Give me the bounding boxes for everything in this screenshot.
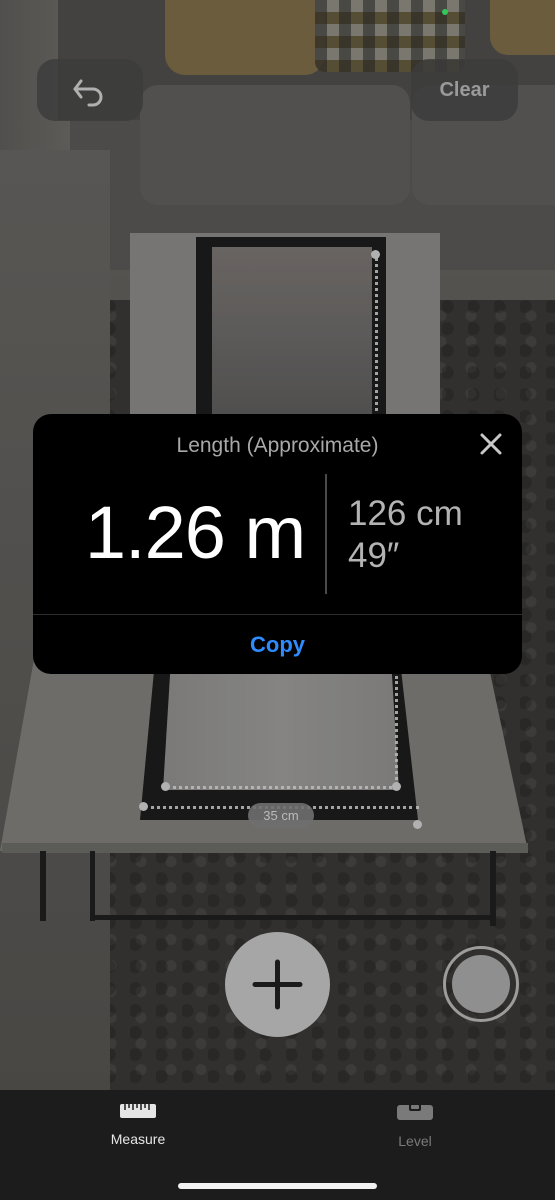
add-point-button[interactable] xyxy=(225,932,330,1037)
close-x-icon xyxy=(480,433,502,455)
ruler-icon xyxy=(120,1104,156,1118)
capture-button[interactable] xyxy=(443,946,519,1022)
primary-measurement[interactable]: 1.26 m xyxy=(64,490,326,575)
measurement-inches[interactable]: 49″ xyxy=(348,536,399,576)
shutter-icon xyxy=(452,955,510,1013)
measurement-centimeters[interactable]: 126 cm xyxy=(348,494,463,534)
result-title: Length (Approximate) xyxy=(176,434,379,457)
tab-measure[interactable]: Measure xyxy=(78,1102,198,1147)
tab-measure-label: Measure xyxy=(110,1131,166,1147)
level-icon xyxy=(397,1103,433,1120)
measurement-result-card: Length (Approximate) 1.26 m 126 cm 49″ C… xyxy=(33,414,522,674)
undo-arrow-icon xyxy=(73,79,103,107)
horizontal-divider xyxy=(33,614,522,615)
home-indicator[interactable] xyxy=(178,1183,377,1189)
copy-button[interactable]: Copy xyxy=(33,632,522,658)
tab-level[interactable]: Level xyxy=(355,1102,475,1149)
camera-in-use-indicator xyxy=(442,9,448,15)
clear-button[interactable]: Clear xyxy=(411,59,518,121)
vertical-divider xyxy=(325,474,327,594)
tab-level-label: Level xyxy=(398,1133,432,1149)
plus-icon xyxy=(252,959,303,1010)
undo-button[interactable] xyxy=(37,59,143,121)
close-button[interactable] xyxy=(477,430,505,458)
